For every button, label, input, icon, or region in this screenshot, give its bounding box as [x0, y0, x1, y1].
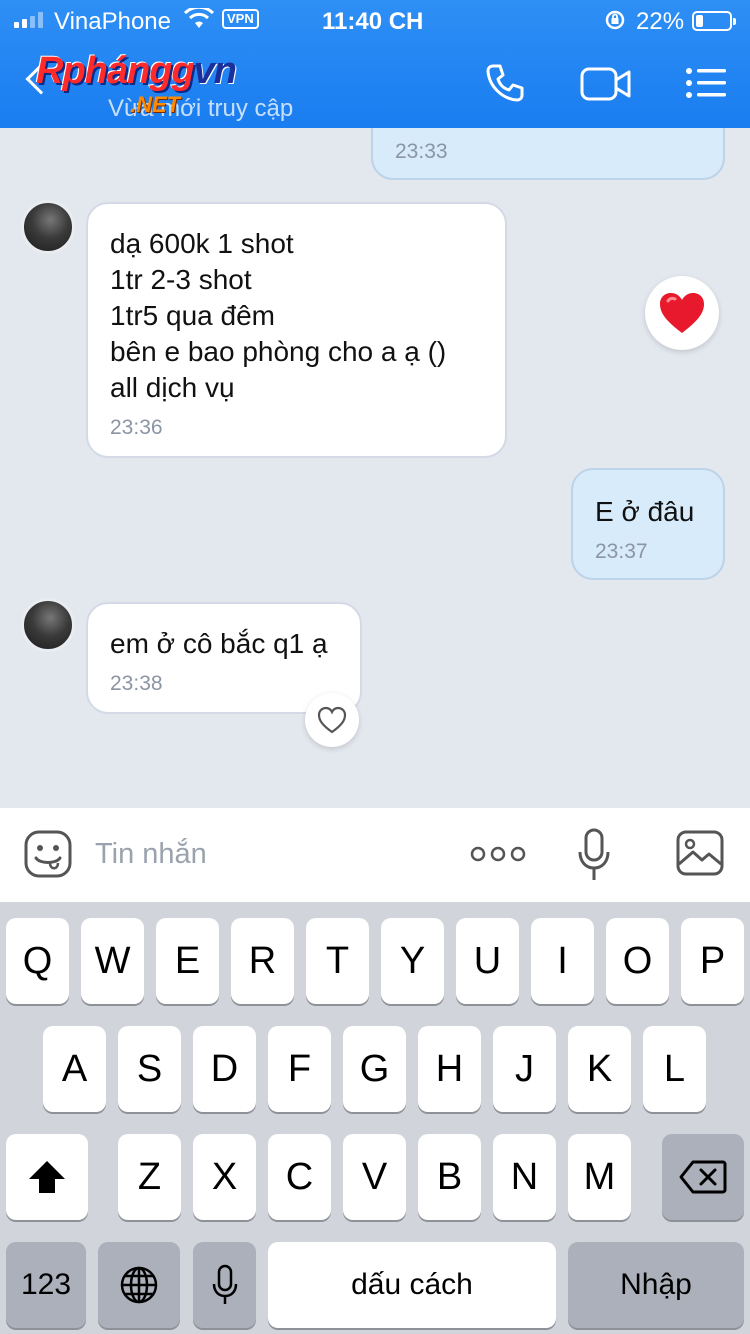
message-input[interactable]: Tin nhắn — [95, 838, 207, 871]
sticker-icon[interactable] — [24, 830, 72, 883]
key-x[interactable]: X — [193, 1134, 256, 1220]
message-list[interactable]: 23:33 dạ 600k 1 shot 1tr 2-3 shot 1tr5 q… — [0, 128, 750, 808]
backspace-key[interactable] — [662, 1134, 744, 1220]
status-bar: VinaPhone VPN 11:40 CH 22% — [0, 0, 750, 42]
status-time: 11:40 CH — [322, 8, 424, 35]
key-e[interactable]: E — [156, 918, 219, 1004]
key-t[interactable]: T — [306, 918, 369, 1004]
battery-icon — [692, 11, 736, 31]
key-n[interactable]: N — [493, 1134, 556, 1220]
avatar[interactable] — [21, 200, 75, 254]
message-bubble-outgoing[interactable]: E ở đâu 23:37 — [571, 468, 725, 580]
key-i[interactable]: I — [531, 918, 594, 1004]
heart-filled-icon[interactable] — [645, 276, 719, 350]
message-bubble-incoming[interactable]: dạ 600k 1 shot 1tr 2-3 shot 1tr5 qua đêm… — [86, 202, 507, 458]
message-input-bar: Tin nhắn — [0, 808, 750, 902]
watermark-net: .NET — [130, 92, 181, 117]
key-a[interactable]: A — [43, 1026, 106, 1112]
globe-key[interactable] — [98, 1242, 180, 1328]
key-l[interactable]: L — [643, 1026, 706, 1112]
wifi-icon — [183, 5, 215, 37]
shift-icon — [29, 1161, 65, 1193]
key-q[interactable]: Q — [6, 918, 69, 1004]
key-g[interactable]: G — [343, 1026, 406, 1112]
key-o[interactable]: O — [606, 918, 669, 1004]
heart-outline-icon[interactable] — [305, 693, 359, 747]
key-c[interactable]: C — [268, 1134, 331, 1220]
shift-key[interactable] — [6, 1134, 88, 1220]
key-j[interactable]: J — [493, 1026, 556, 1112]
key-k[interactable]: K — [568, 1026, 631, 1112]
message-bubble-outgoing[interactable]: 23:33 — [371, 128, 725, 180]
microphone-icon — [212, 1264, 237, 1304]
key-z[interactable]: Z — [118, 1134, 181, 1220]
battery-percent: 22% — [636, 8, 685, 35]
menu-icon[interactable] — [684, 66, 728, 105]
backspace-icon — [679, 1160, 727, 1194]
key-f[interactable]: F — [268, 1026, 331, 1112]
message-time: 23:33 — [395, 140, 448, 163]
microphone-icon[interactable] — [578, 828, 610, 887]
numbers-key[interactable]: 123 — [6, 1242, 86, 1328]
key-d[interactable]: D — [193, 1026, 256, 1112]
vpn-badge: VPN — [222, 9, 259, 29]
message-time: 23:36 — [110, 416, 163, 439]
image-icon[interactable] — [676, 830, 724, 881]
phone-icon[interactable] — [484, 62, 526, 109]
more-icon[interactable] — [470, 844, 526, 869]
return-key[interactable]: Nhập — [568, 1242, 744, 1328]
message-time: 23:38 — [110, 672, 163, 695]
message-text: em ở cô bắc q1 ạ — [110, 628, 328, 659]
key-s[interactable]: S — [118, 1026, 181, 1112]
key-h[interactable]: H — [418, 1026, 481, 1112]
message-text: dạ 600k 1 shot 1tr 2-3 shot 1tr5 qua đêm… — [110, 228, 447, 403]
watermark-logo: Rphánggvn — [36, 50, 237, 92]
rotation-lock-icon — [604, 9, 626, 37]
key-w[interactable]: W — [81, 918, 144, 1004]
key-p[interactable]: P — [681, 918, 744, 1004]
chat-header: VinaPhone VPN 11:40 CH 22% Vừa mới truy … — [0, 0, 750, 128]
key-r[interactable]: R — [231, 918, 294, 1004]
key-u[interactable]: U — [456, 918, 519, 1004]
keyboard: Q W E R T Y U I O P A S D F G H J K L Z … — [0, 902, 750, 1334]
key-v[interactable]: V — [343, 1134, 406, 1220]
signal-icon — [14, 12, 43, 28]
carrier-name: VinaPhone — [54, 8, 171, 35]
message-time: 23:37 — [595, 540, 648, 563]
message-text: E ở đâu — [595, 496, 695, 527]
space-key[interactable]: dấu cách — [268, 1242, 556, 1328]
key-m[interactable]: M — [568, 1134, 631, 1220]
avatar[interactable] — [21, 598, 75, 652]
video-icon[interactable] — [580, 66, 632, 107]
key-b[interactable]: B — [418, 1134, 481, 1220]
globe-icon — [120, 1266, 158, 1304]
dictation-key[interactable] — [193, 1242, 256, 1328]
key-y[interactable]: Y — [381, 918, 444, 1004]
